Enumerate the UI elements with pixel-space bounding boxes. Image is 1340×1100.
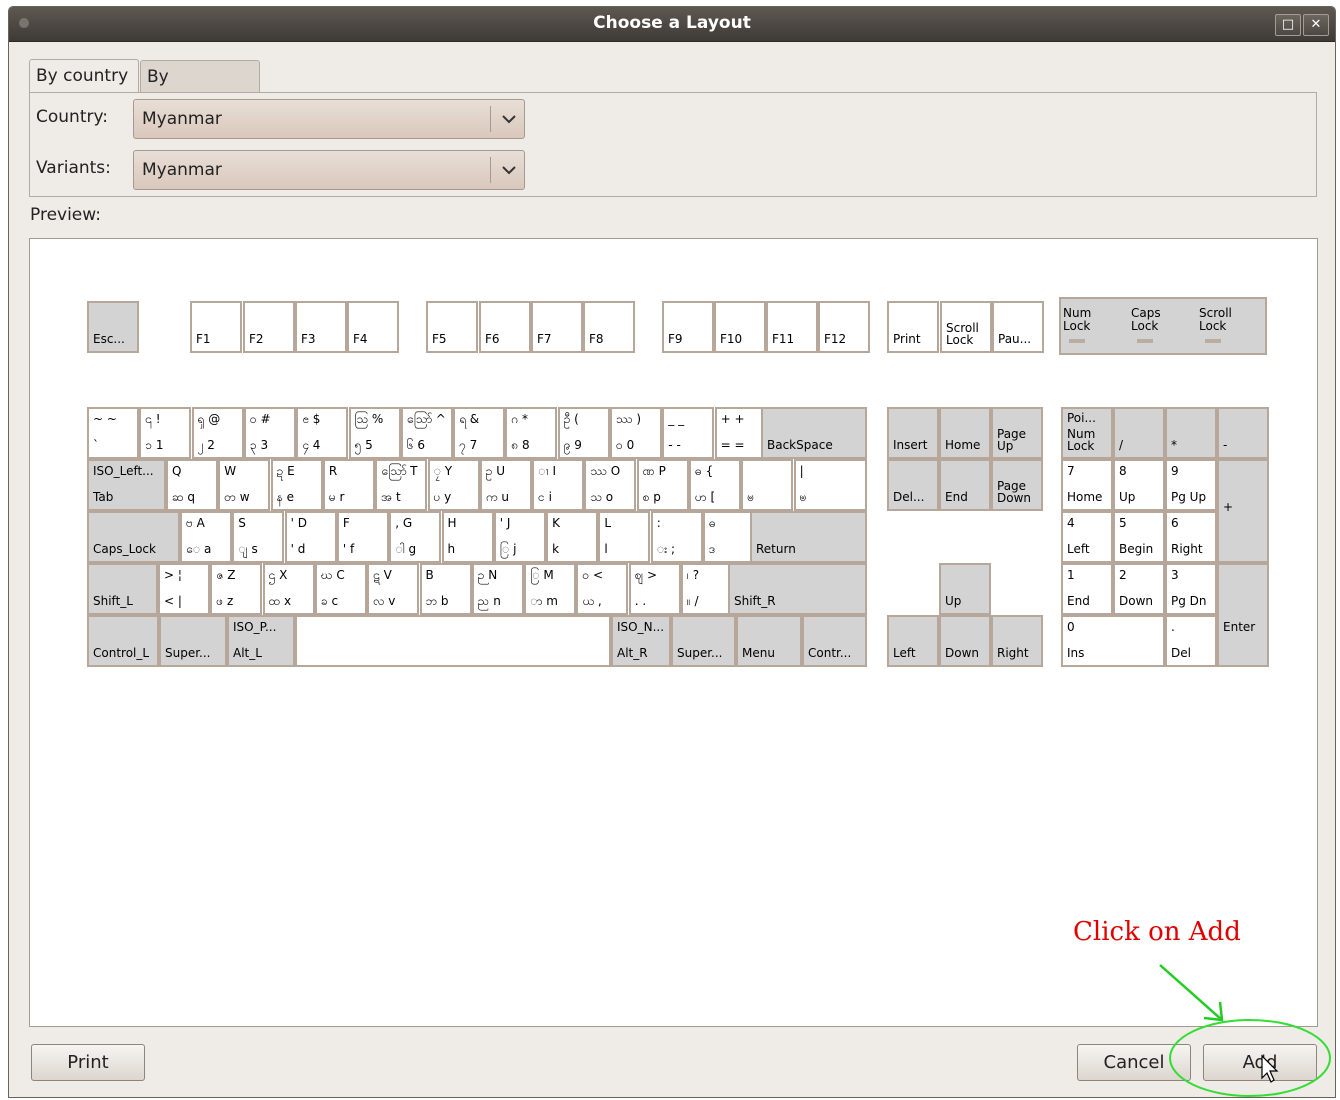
annotation-overlay [1159, 964, 1331, 1097]
mouse-cursor-icon [1261, 1054, 1279, 1083]
annotation-circle-icon [1169, 1019, 1331, 1097]
annotation-arrow-icon [1159, 964, 1223, 1021]
